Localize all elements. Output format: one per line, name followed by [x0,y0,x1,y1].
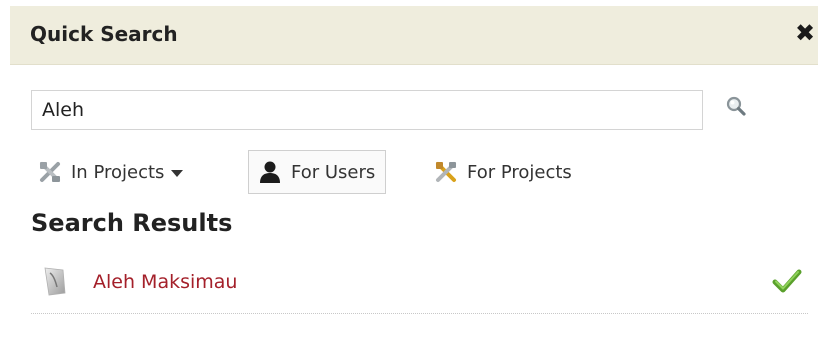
panel-title: Quick Search [30,22,178,46]
search-button[interactable] [722,93,752,123]
avatar-icon [44,267,66,296]
user-icon [260,161,280,183]
search-input[interactable] [31,90,703,130]
filter-for-projects[interactable]: For Projects [433,150,572,194]
magnifier-icon [726,96,746,116]
results-heading: Search Results [31,209,233,237]
result-item[interactable]: Aleh Maksimau [31,258,808,314]
filter-label: For Users [291,161,376,183]
close-icon: ✖ [794,19,816,47]
checkmark-icon [772,269,802,293]
result-user-link[interactable]: Aleh Maksimau [93,269,237,295]
filter-label: In Projects [71,161,165,183]
quick-search-panel: Quick Search ✖ In Projects [0,0,818,339]
project-tools-icon [436,162,456,182]
close-button[interactable]: ✖ [794,20,816,46]
filter-in-projects[interactable]: In Projects [37,150,184,194]
chevron-down-icon [171,169,184,177]
filter-label: For Projects [467,161,572,183]
panel-header: Quick Search ✖ [10,6,818,65]
filter-for-users[interactable]: For Users [248,150,387,194]
project-tools-icon [40,162,60,182]
